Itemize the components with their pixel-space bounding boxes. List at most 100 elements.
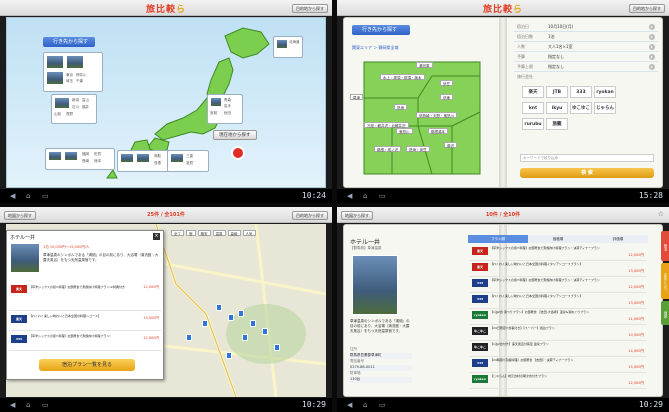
region-tag[interactable]: 長野 [66, 112, 73, 117]
area-label[interactable]: 箱根・塔ノ沢 [374, 146, 401, 152]
hotel-pin-icon[interactable] [186, 334, 192, 341]
agency-logo[interactable]: ゆこゆこ [570, 102, 592, 114]
region-tag[interactable]: 鳥取 [154, 154, 161, 159]
hotel-pin-icon[interactable] [216, 304, 222, 311]
area-label[interactable]: 伊東 [440, 94, 453, 100]
chevron-icon[interactable]: ▸ [649, 64, 655, 70]
keyword-input[interactable]: キーワードで絞り込み [520, 154, 654, 162]
hotel-pin-icon[interactable] [228, 314, 234, 321]
region-tag[interactable]: 長崎 [82, 159, 89, 164]
region-tag[interactable]: 北海道 [289, 40, 300, 45]
area-label[interactable]: 箱根湯本 [428, 128, 448, 134]
region-tag[interactable]: 千葉 [76, 79, 83, 84]
region-card-kinki[interactable]: 三重 滋賀 [167, 150, 209, 172]
back-icon[interactable]: ◀ [10, 401, 15, 409]
chevron-icon[interactable]: ▸ [649, 34, 655, 40]
plan-row[interactable]: ryokan 【1泊2食 湯つりプラン】お部屋食 【吉田-大浴場】温泉&湯めぐりプ… [470, 309, 646, 325]
agency-logo[interactable]: 旅籠 [546, 118, 568, 130]
home-icon[interactable]: ⌂ [26, 401, 30, 409]
plan-row[interactable]: ryokan 【じゃらん】地元食材の朝夕食付きプラン 12,500円 [470, 373, 646, 389]
region-card-chubu[interactable]: 新潟 富山 石川 福井 山梨 長野 [51, 94, 97, 124]
filter-chip[interactable]: 格安 [197, 230, 211, 236]
home-icon[interactable]: ⌂ [26, 192, 30, 200]
plan-row[interactable]: 333 【わくわく楽しい味わいと日本全国の料理イタリアンコースプラン】 13,000… [470, 293, 646, 309]
side-tab-stay[interactable]: 宿泊 [661, 231, 669, 261]
form-row-date[interactable]: 宿泊日 10月10日(月) ▸ [514, 22, 658, 32]
plan-row[interactable]: ゆこゆこ 【24日限定!!食事付き】【スーパー】宿泊プラン 10,500円 [470, 325, 646, 341]
recent-apps-icon[interactable]: ▭ [42, 192, 49, 200]
plan-row[interactable]: 楽天 【わくわく楽しい味わいと日本全国の料理イタリアンコースプラン】 13,000円 [470, 261, 646, 277]
star-icon[interactable]: ☆ [658, 210, 664, 218]
area-label[interactable]: 湯河原 [416, 62, 433, 68]
map-view[interactable]: 全て 宿 格安 温泉 高級 人気 ホテル一井 × 1泊 10,000円〜15,0… [6, 224, 326, 397]
destination-search-button[interactable]: 目的地から探す [292, 4, 328, 13]
form-row-people[interactable]: 人数 大人1名×1室 ▸ [514, 42, 658, 52]
region-tag[interactable]: 滋賀 [186, 161, 193, 166]
region-tag[interactable]: 島根 [154, 161, 161, 166]
chevron-icon[interactable]: ▸ [649, 54, 655, 60]
agency-logo[interactable]: rurubu [522, 118, 544, 130]
hotel-pin-icon[interactable] [202, 320, 208, 327]
tab-price[interactable]: 価格順 [528, 235, 588, 243]
region-tag[interactable]: 神奈川 [76, 73, 87, 78]
back-icon[interactable]: ◀ [347, 192, 352, 200]
hotel-pin-icon[interactable] [242, 334, 248, 341]
form-row-budget-max[interactable]: 予算上限 指定なし ▸ [514, 62, 658, 72]
near-me-button[interactable]: 現在地から探す [213, 130, 257, 140]
region-tag[interactable]: 福岡 [82, 152, 89, 157]
area-label[interactable]: 水上・那須・那須・栃木 [380, 74, 425, 80]
region-tag[interactable]: 秋田 [224, 111, 231, 116]
see-plans-button[interactable]: 宿泊プラン一覧を見る [39, 359, 135, 371]
region-tag[interactable]: 石川 [72, 105, 79, 110]
region-tag[interactable]: 宮城 [210, 111, 217, 116]
breadcrumb[interactable]: 関東エリア ＞ 静岡県全域 [352, 45, 399, 51]
agency-logo[interactable]: 楽天 [522, 86, 544, 98]
region-tag[interactable]: 富山 [82, 98, 89, 103]
area-label[interactable]: 鬼怒川 [396, 128, 413, 134]
region-tag[interactable]: 岩手 [224, 104, 231, 109]
back-icon[interactable]: ◀ [10, 192, 15, 200]
home-icon[interactable]: ⌂ [363, 401, 367, 409]
hotel-pin-icon[interactable] [238, 310, 244, 317]
recent-apps-icon[interactable]: ▭ [42, 401, 49, 409]
form-row-budget[interactable]: 予算 指定なし ▸ [514, 52, 658, 62]
plan-row[interactable]: 333 【草津シックスの街!!料理】お部屋食で家族向け料理プラン・決算ディナープラ… [470, 277, 646, 293]
destination-search-button[interactable]: 目的地から探す [292, 211, 328, 220]
region-card-tohoku[interactable]: 青森 岩手 宮城 秋田 [207, 94, 243, 124]
hotel-name[interactable]: ホテル一井 [10, 234, 35, 241]
region-tag[interactable]: 青森 [224, 98, 231, 103]
chevron-icon[interactable]: ▸ [649, 44, 655, 50]
hotel-pin-icon[interactable] [250, 320, 256, 327]
back-to-map-button[interactable]: 地図から探す [4, 211, 36, 220]
region-card-hokkaido[interactable]: 北海道 [273, 36, 303, 58]
current-location-icon[interactable] [231, 146, 245, 160]
filter-chip[interactable]: 高級 [227, 230, 241, 236]
hotel-pin-icon[interactable] [262, 328, 268, 335]
area-label[interactable]: 熱海・伊豆 [406, 146, 430, 152]
agency-logo[interactable]: knt [522, 102, 544, 114]
area-label[interactable]: 藤沢 [444, 142, 457, 148]
form-row-nights[interactable]: 宿泊日数 1泊 ▸ [514, 32, 658, 42]
agency-logo[interactable]: ikyu [546, 102, 568, 114]
destination-search-button[interactable]: 目的地から探す [629, 4, 665, 13]
agency-logo[interactable]: じゃらん [594, 102, 616, 114]
plan-row[interactable]: 楽天 【草津シックスの街!!料理】お部屋食で家族向け料理プラン・決算ディナープラン… [470, 245, 646, 261]
tab-plan[interactable]: プラン順 [468, 235, 528, 243]
filter-chip[interactable]: 宿 [186, 230, 196, 236]
back-to-map-button[interactable]: 地図から探す [341, 211, 373, 220]
region-tag[interactable]: 三重 [186, 154, 193, 159]
tab-rating[interactable]: 評価順 [588, 235, 648, 243]
where-header[interactable]: 行き先から探す [43, 37, 95, 47]
hotel-pin-icon[interactable] [274, 344, 280, 351]
plan-row[interactable]: 333 【24時間!!高級料理】お部屋食 【吉田】・決算ディナープラン 15,000… [470, 357, 646, 373]
filter-chip[interactable]: 全て [171, 230, 184, 236]
area-label[interactable]: 伊豆 [440, 80, 453, 86]
plan-row[interactable]: 楽天 【わくわく楽しい味わいと日本全国の料理〜コース】 13,000円 [9, 313, 161, 331]
region-tag[interactable]: 熊本 [94, 159, 101, 164]
search-button[interactable]: 検 索 [520, 168, 654, 178]
chevron-icon[interactable]: ▸ [649, 24, 655, 30]
where-header[interactable]: 行き先から探す [352, 25, 410, 35]
region-tag[interactable]: 山梨 [54, 112, 61, 117]
region-tag[interactable]: 埼玉 [66, 79, 73, 84]
close-icon[interactable]: × [153, 233, 160, 240]
